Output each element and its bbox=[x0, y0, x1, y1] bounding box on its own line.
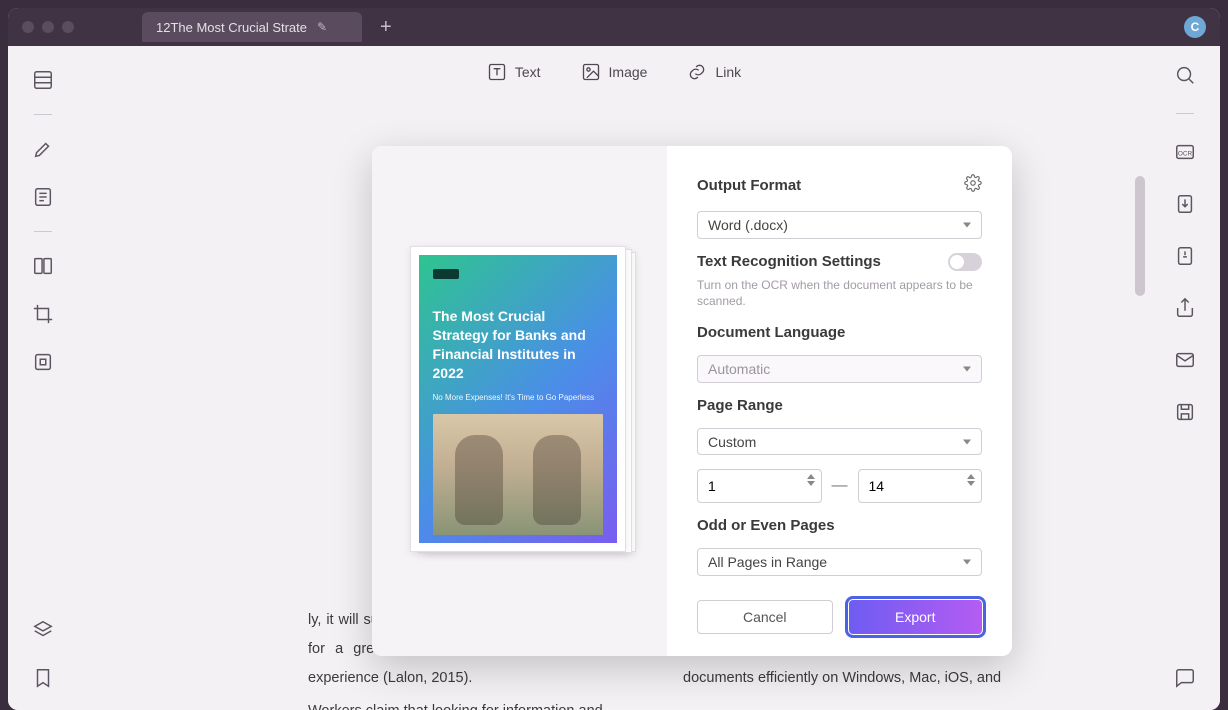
app-window: 12The Most Crucial Strate ✎ + C bbox=[8, 8, 1220, 710]
page-range-value: Custom bbox=[708, 434, 756, 450]
language-value: Automatic bbox=[708, 361, 770, 377]
page-preview-stack: The Most Crucial Strategy for Banks and … bbox=[410, 246, 630, 556]
page-range-select[interactable]: Custom bbox=[697, 428, 982, 456]
page-to-input[interactable]: 14 bbox=[858, 469, 983, 503]
range-separator: — bbox=[832, 477, 848, 495]
output-settings-button[interactable] bbox=[964, 174, 982, 197]
ocr-toggle[interactable] bbox=[948, 253, 982, 271]
cancel-button[interactable]: Cancel bbox=[697, 600, 833, 634]
page-to-value: 14 bbox=[869, 478, 885, 494]
doc-paragraph: Workers claim that looking for informati… bbox=[308, 697, 633, 710]
titlebar: 12The Most Crucial Strate ✎ + C bbox=[8, 8, 1220, 46]
output-format-select[interactable]: Word (.docx) bbox=[697, 211, 982, 239]
language-select: Automatic bbox=[697, 355, 982, 383]
insert-toolbar: Text Image Link bbox=[78, 62, 1150, 82]
sidebar-divider bbox=[1176, 113, 1194, 114]
comment-icon[interactable] bbox=[1171, 664, 1199, 692]
right-sidebar: OCR bbox=[1150, 46, 1220, 710]
extract-icon[interactable] bbox=[29, 348, 57, 376]
bookmark-icon[interactable] bbox=[29, 664, 57, 692]
highlighter-icon[interactable] bbox=[29, 135, 57, 163]
language-label: Document Language bbox=[697, 324, 982, 341]
close-window-button[interactable] bbox=[22, 21, 34, 33]
odd-even-label: Odd or Even Pages bbox=[697, 517, 982, 534]
crop-icon[interactable] bbox=[29, 300, 57, 328]
vertical-scrollbar[interactable] bbox=[1135, 176, 1145, 296]
insert-text-button[interactable]: Text bbox=[487, 62, 541, 82]
share-icon[interactable] bbox=[1171, 294, 1199, 322]
page-from-steppers[interactable] bbox=[807, 474, 815, 486]
export-dialog: The Most Crucial Strategy for Banks and … bbox=[372, 146, 1012, 656]
document-cover: The Most Crucial Strategy for Banks and … bbox=[419, 255, 617, 543]
cover-title: The Most Crucial Strategy for Banks and … bbox=[433, 307, 593, 383]
layers-icon[interactable] bbox=[29, 616, 57, 644]
cover-photo bbox=[433, 414, 603, 535]
toolbar-image-label: Image bbox=[609, 64, 648, 80]
note-icon[interactable] bbox=[29, 183, 57, 211]
odd-even-select[interactable]: All Pages in Range bbox=[697, 548, 982, 576]
edit-tab-icon[interactable]: ✎ bbox=[317, 20, 327, 34]
toolbar-text-label: Text bbox=[515, 64, 541, 80]
toolbar-link-label: Link bbox=[715, 64, 741, 80]
maximize-window-button[interactable] bbox=[62, 21, 74, 33]
export-button[interactable]: Export bbox=[849, 600, 983, 634]
avatar-initial: C bbox=[1191, 20, 1200, 34]
new-tab-button[interactable]: + bbox=[380, 16, 392, 39]
export-label: Export bbox=[895, 609, 935, 625]
ocr-icon[interactable]: OCR bbox=[1171, 138, 1199, 166]
minimize-window-button[interactable] bbox=[42, 21, 54, 33]
cover-logo bbox=[433, 269, 459, 279]
output-format-label: Output Format bbox=[697, 177, 801, 194]
compress-icon[interactable] bbox=[1171, 242, 1199, 270]
output-format-value: Word (.docx) bbox=[708, 217, 788, 233]
user-avatar[interactable]: C bbox=[1184, 16, 1206, 38]
cancel-label: Cancel bbox=[743, 609, 787, 625]
insert-link-button[interactable]: Link bbox=[687, 62, 741, 82]
save-icon[interactable] bbox=[1171, 398, 1199, 426]
thumbnails-icon[interactable] bbox=[29, 66, 57, 94]
page-from-input[interactable]: 1 bbox=[697, 469, 822, 503]
mail-icon[interactable] bbox=[1171, 346, 1199, 374]
left-sidebar bbox=[8, 46, 78, 710]
tab-title: 12The Most Crucial Strate bbox=[156, 20, 307, 35]
compare-icon[interactable] bbox=[29, 252, 57, 280]
page-from-value: 1 bbox=[708, 478, 716, 494]
odd-even-value: All Pages in Range bbox=[708, 554, 827, 570]
export-options-panel: Output Format Word (.docx) Text Recognit… bbox=[667, 146, 1012, 656]
page-to-steppers[interactable] bbox=[967, 474, 975, 486]
search-icon[interactable] bbox=[1171, 61, 1199, 89]
traffic-lights bbox=[22, 21, 74, 33]
page-range-label: Page Range bbox=[697, 397, 982, 414]
body-area: Text Image Link ly, it will support achi… bbox=[8, 46, 1220, 710]
ocr-label: Text Recognition Settings bbox=[697, 253, 881, 270]
insert-image-button[interactable]: Image bbox=[581, 62, 648, 82]
preview-page-front: The Most Crucial Strategy for Banks and … bbox=[410, 246, 626, 552]
convert-icon[interactable] bbox=[1171, 190, 1199, 218]
sidebar-divider bbox=[34, 114, 52, 115]
document-tab[interactable]: 12The Most Crucial Strate ✎ bbox=[142, 12, 362, 42]
export-preview-panel: The Most Crucial Strategy for Banks and … bbox=[372, 146, 667, 656]
sidebar-divider bbox=[34, 231, 52, 232]
cover-subtitle: No More Expenses! It's Time to Go Paperl… bbox=[433, 393, 603, 402]
content-area: Text Image Link ly, it will support achi… bbox=[78, 46, 1150, 710]
ocr-hint: Turn on the OCR when the document appear… bbox=[697, 277, 982, 311]
svg-text:OCR: OCR bbox=[1178, 151, 1193, 158]
